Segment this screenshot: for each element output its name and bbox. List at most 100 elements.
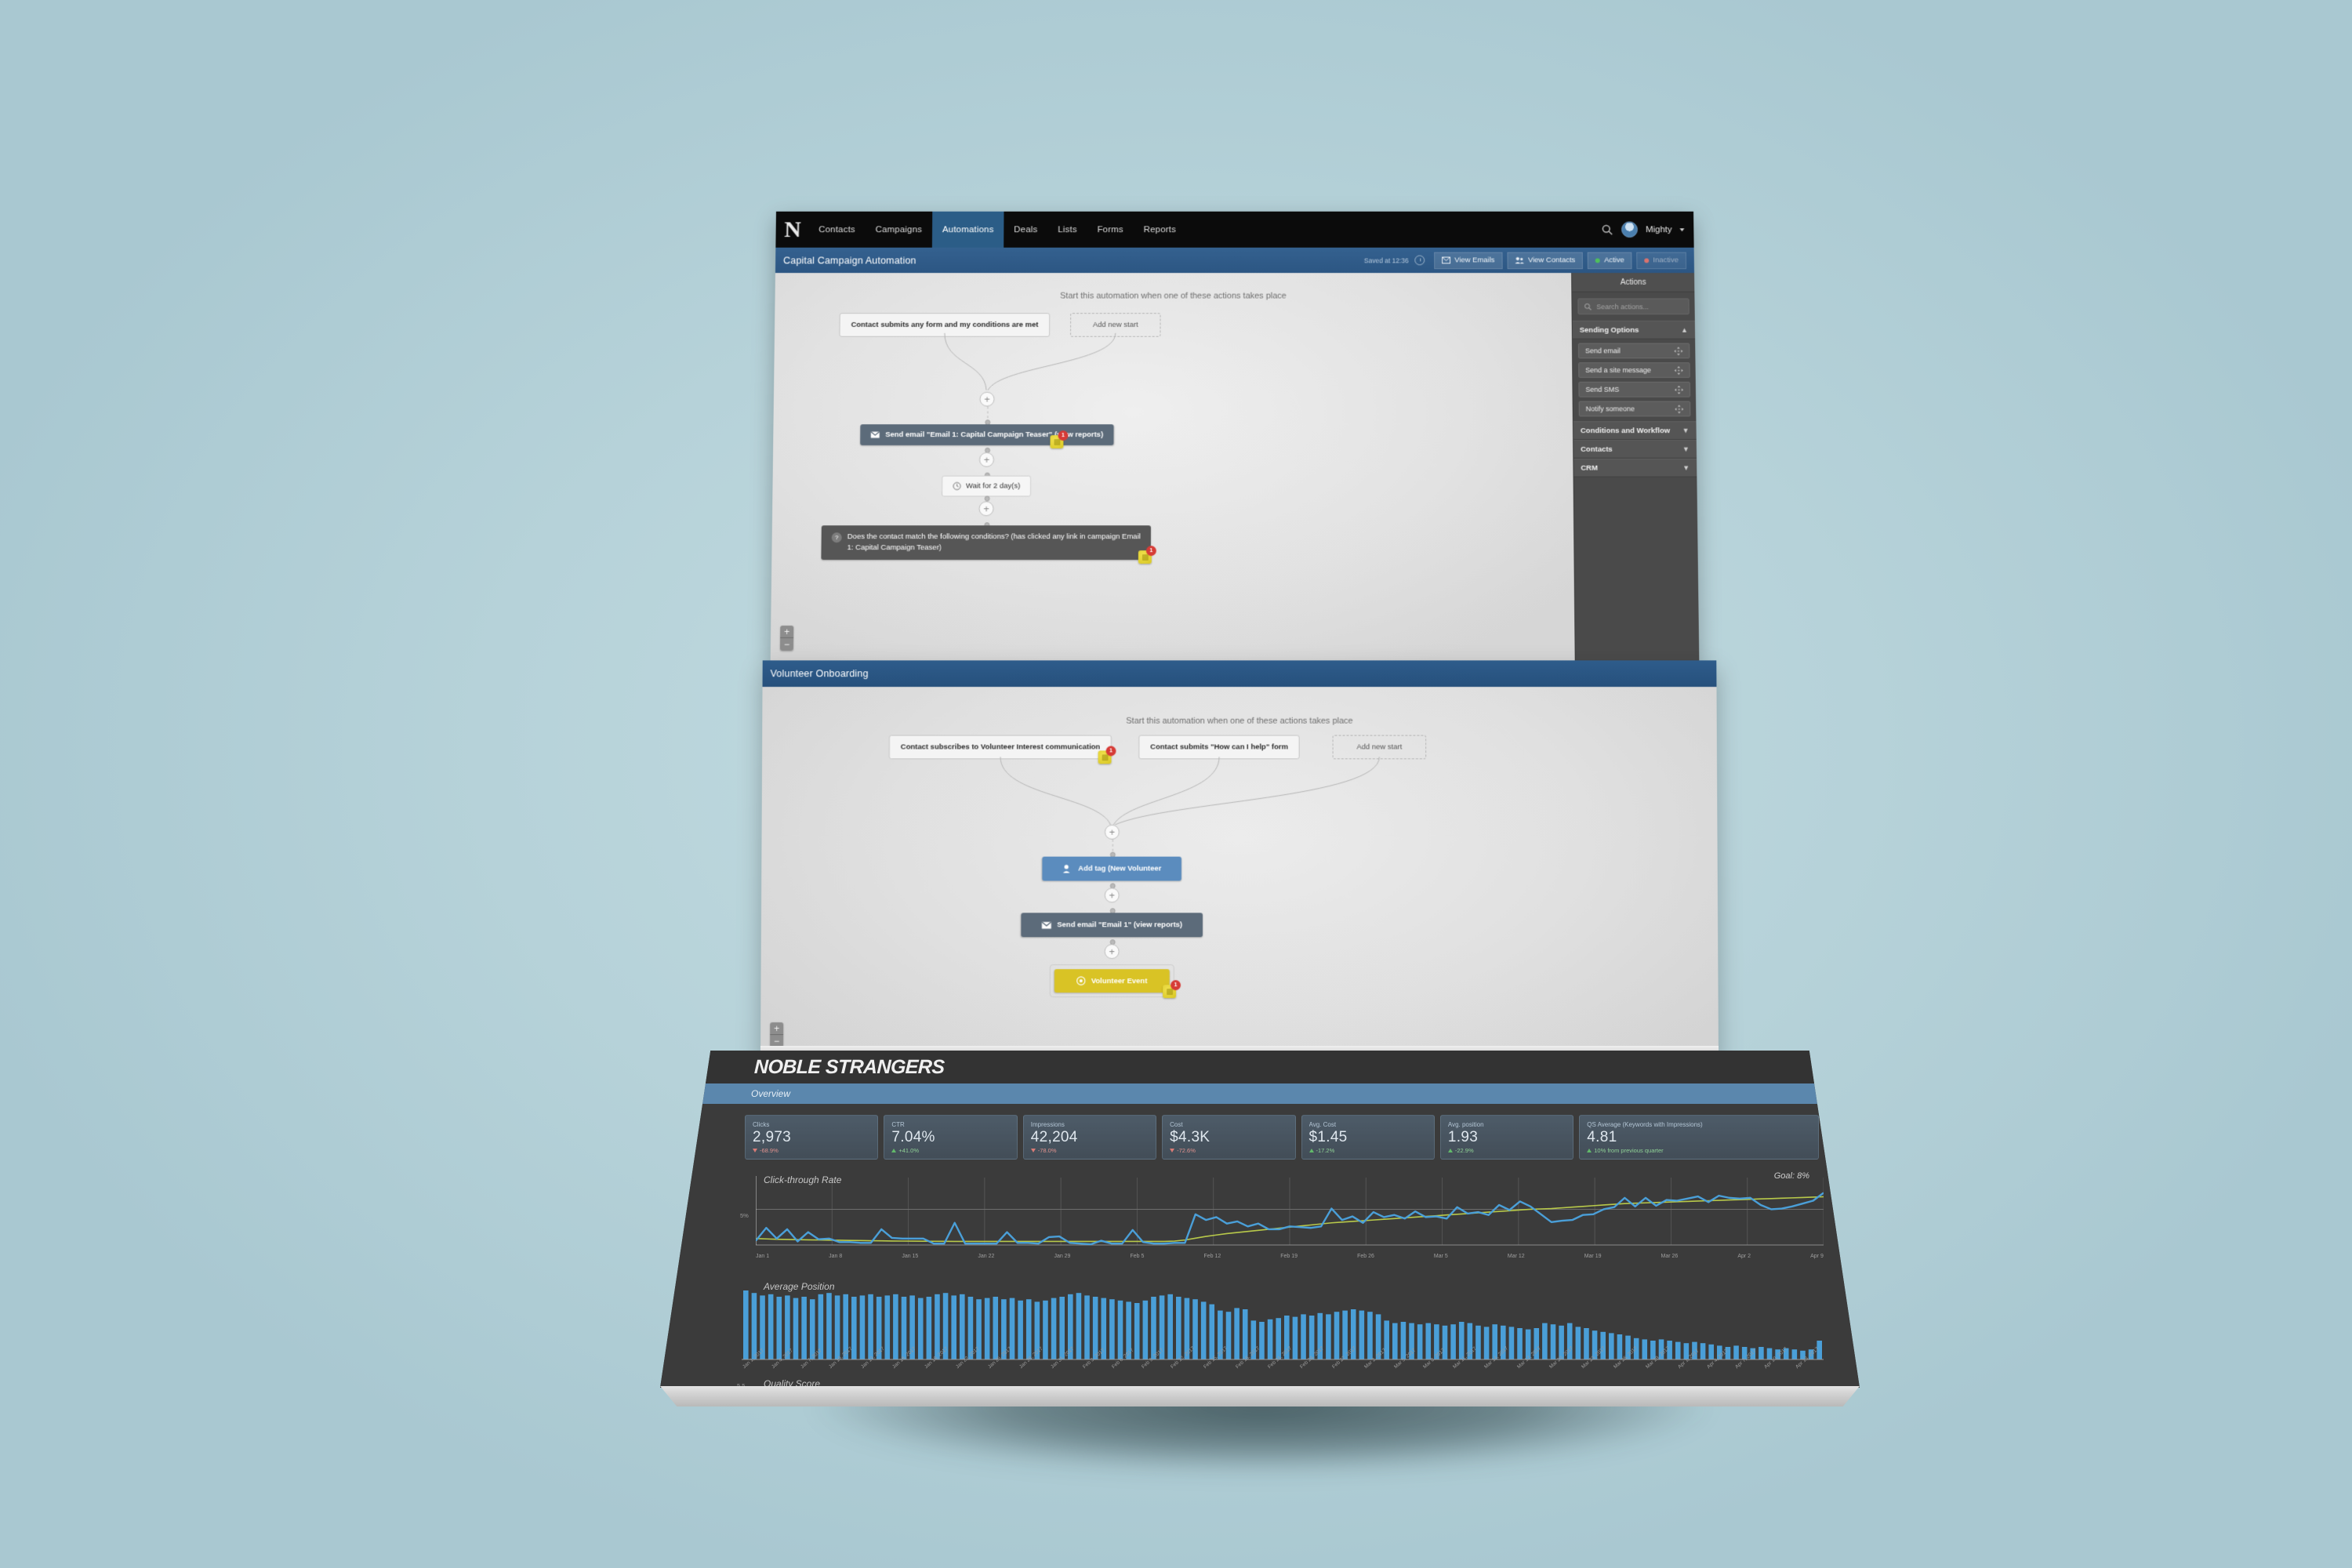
status-active-button[interactable]: Active	[1588, 252, 1632, 269]
top-navigation-bar: N Contacts Campaigns Automations Deals L…	[775, 211, 1694, 248]
nav-item-automations[interactable]: Automations	[931, 211, 1004, 248]
action-send-site-message[interactable]: Send a site message	[1578, 362, 1690, 378]
stat-card-clicks[interactable]: Clicks 2,973 -68.9%	[745, 1115, 879, 1160]
x-tick-label: Feb 5	[1130, 1254, 1145, 1259]
nav-item-lists[interactable]: Lists	[1047, 212, 1087, 248]
stat-delta: -68.9%	[753, 1147, 870, 1154]
start-trigger-0[interactable]: Contact submits any form and my conditio…	[839, 313, 1051, 337]
action-send-sms[interactable]: Send SMS	[1578, 381, 1691, 397]
mail-icon	[1041, 921, 1051, 929]
actions-section-sending-options[interactable]: Sending Options ▲	[1572, 321, 1696, 339]
add-step-button-3[interactable]: +	[978, 501, 994, 517]
status-inactive-button[interactable]: Inactive	[1636, 252, 1687, 269]
flow-node-volunteer-event[interactable]: Volunteer Event	[1054, 969, 1170, 993]
view-emails-button[interactable]: View Emails	[1434, 252, 1503, 269]
start-trigger-2a[interactable]: Contact subscribes to Volunteer Interest…	[888, 735, 1112, 760]
add-new-start-0[interactable]: Add new start	[1069, 313, 1161, 337]
x-tick-label: Mar 19	[1584, 1254, 1602, 1259]
active-label: Active	[1603, 256, 1624, 265]
add-step-button-1[interactable]: +	[979, 391, 995, 407]
x-tick-label: Jan 8	[829, 1254, 843, 1259]
zoom-in-button-2[interactable]: +	[770, 1022, 784, 1036]
actions-section-label: CRM	[1581, 463, 1599, 473]
nav-item-reports[interactable]: Reports	[1134, 212, 1186, 248]
move-handle-icon[interactable]	[1675, 405, 1684, 413]
move-handle-icon[interactable]	[1674, 385, 1684, 394]
question-icon: ?	[831, 532, 842, 543]
stat-card-avg-position[interactable]: Avg. position 1.93 -22.9%	[1439, 1115, 1574, 1160]
stat-card-qs-average[interactable]: QS Average (Keywords with Impressions) 4…	[1579, 1115, 1819, 1160]
move-handle-icon[interactable]	[1674, 347, 1683, 355]
connector-start-to-node	[774, 328, 1211, 395]
app-logo[interactable]: N	[775, 212, 808, 248]
stat-delta: -22.9%	[1447, 1146, 1566, 1154]
builder-body-2: Start this automation when one of these …	[760, 687, 1719, 1058]
stat-label: Avg. Cost	[1308, 1121, 1337, 1128]
view-contacts-label: View Contacts	[1528, 256, 1576, 265]
actions-section-contacts[interactable]: Contacts ▼	[1573, 440, 1697, 459]
add-new-start-2[interactable]: Add new start	[1332, 735, 1427, 760]
start-trigger-2b[interactable]: Contact submits "How can I help" form	[1138, 735, 1300, 760]
stat-delta: -17.2%	[1308, 1147, 1427, 1154]
stat-card-ctr[interactable]: CTR 7.04% +41.0%	[884, 1115, 1018, 1160]
flow-node-wait[interactable]: Wait for 2 day(s)	[942, 475, 1032, 497]
nav-item-forms[interactable]: Forms	[1087, 212, 1134, 248]
move-handle-icon[interactable]	[1674, 365, 1683, 375]
flow-node-volunteer-event-label: Volunteer Event	[1091, 976, 1148, 985]
tab-overview[interactable]: Overview	[751, 1088, 790, 1099]
x-tick-label: Feb 19	[1280, 1254, 1298, 1259]
stat-label: CTR	[891, 1121, 905, 1128]
flow-node-add-tag[interactable]: Add tag (New Volunteer	[1042, 856, 1182, 881]
x-tick-label: Mar 26	[1661, 1254, 1679, 1259]
zoom-in-button-1[interactable]: +	[780, 625, 794, 638]
stat-card-cost[interactable]: Cost $4.3K -72.6%	[1162, 1115, 1296, 1160]
dashboard-brand-bar: NOBLE STRANGERS	[660, 1051, 1860, 1083]
nav-item-campaigns[interactable]: Campaigns	[866, 212, 933, 248]
add-step-button-2[interactable]: +	[978, 452, 995, 467]
zoom-controls-2: + −	[770, 1022, 784, 1048]
volunteer-onboarding-header: Volunteer Onboarding	[762, 660, 1717, 688]
search-icon[interactable]	[1601, 223, 1613, 236]
note-badge-2: 1	[1145, 546, 1156, 557]
add-step-button-6[interactable]: +	[1104, 944, 1120, 960]
stat-delta-text: -22.9%	[1454, 1146, 1474, 1154]
actions-section-crm[interactable]: CRM ▼	[1573, 458, 1697, 477]
automation-canvas-2[interactable]: Start this automation when one of these …	[760, 687, 1719, 1058]
nav-item-contacts[interactable]: Contacts	[808, 212, 866, 248]
flow-node-send-email[interactable]: Send email "Email 1: Capital Campaign Te…	[860, 424, 1114, 445]
note-marker-3[interactable]: 1	[1098, 746, 1116, 764]
mail-icon	[1442, 257, 1450, 264]
arrow-up-icon	[891, 1148, 897, 1152]
action-send-email[interactable]: Send email	[1577, 343, 1690, 359]
action-notify-someone[interactable]: Notify someone	[1578, 401, 1691, 417]
zoom-out-button-1[interactable]: −	[779, 637, 794, 651]
stat-label: Impressions	[1030, 1121, 1065, 1128]
flow-node-condition[interactable]: ? Does the contact match the following c…	[821, 525, 1151, 560]
stat-label: QS Average (Keywords with Impressions)	[1587, 1121, 1703, 1128]
zoom-controls-1: + −	[779, 625, 794, 651]
avatar[interactable]	[1621, 221, 1639, 238]
automation-canvas[interactable]: Start this automation when one of these …	[770, 273, 1575, 662]
search-actions-input[interactable]: Search actions...	[1577, 298, 1690, 315]
note-marker-4[interactable]: 1	[1163, 980, 1181, 999]
add-step-button-5[interactable]: +	[1104, 887, 1120, 903]
view-contacts-button[interactable]: View Contacts	[1507, 252, 1584, 269]
builder-body: Start this automation when one of these …	[770, 273, 1700, 662]
flow-node-send-email-2[interactable]: Send email "Email 1" (view reports)	[1021, 913, 1203, 938]
search-actions-placeholder: Search actions...	[1596, 302, 1650, 310]
chevron-down-icon[interactable]	[1679, 227, 1685, 231]
history-clock-icon[interactable]	[1414, 255, 1425, 266]
flow-node-send-email-2-label: Send email "Email 1" (view reports)	[1057, 920, 1183, 930]
actions-sidebar: Actions Search actions... Sending Option…	[1571, 273, 1700, 662]
note-badge-4: 1	[1171, 980, 1181, 991]
actions-section-conditions-workflow[interactable]: Conditions and Workflow ▼	[1573, 421, 1697, 441]
stat-card-avg-cost[interactable]: Avg. Cost $1.45 -17.2%	[1301, 1115, 1435, 1160]
note-marker-1[interactable]: 1	[1050, 430, 1069, 448]
nav-item-deals[interactable]: Deals	[1004, 212, 1047, 248]
add-step-button-4[interactable]: +	[1104, 824, 1120, 840]
stat-card-impressions[interactable]: Impressions 42,204 -78.0%	[1022, 1115, 1157, 1160]
kpi-stat-row: Clicks 2,973 -68.9% CTR 7.04% +41.0% Imp…	[745, 1115, 1819, 1160]
note-marker-2[interactable]: 1	[1138, 546, 1156, 564]
user-name[interactable]: Mighty	[1646, 225, 1672, 234]
avg-position-x-axis-ticks: Jan 1, 2017 Jan 4, 2017 Jan 7, 2017 Jan 10,…	[742, 1345, 1824, 1371]
